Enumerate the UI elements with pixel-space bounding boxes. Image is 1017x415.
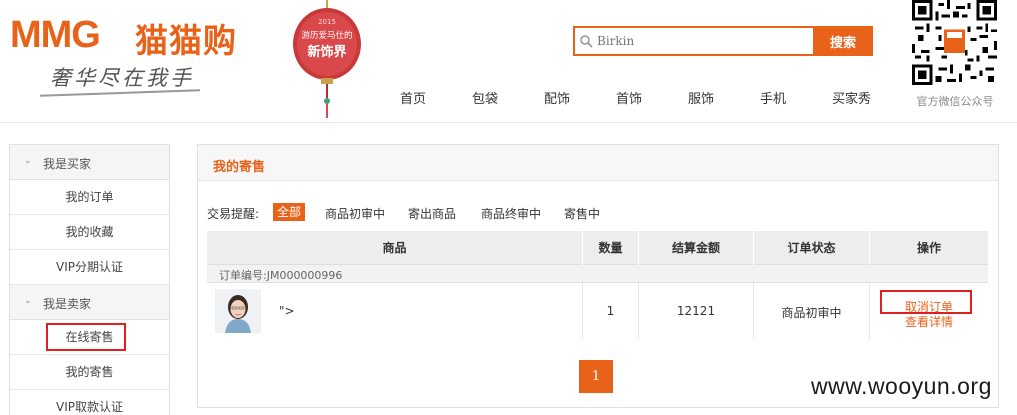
- search-icon: [580, 35, 593, 48]
- nav-jewelry[interactable]: 首饰: [616, 88, 642, 107]
- product-name[interactable]: ">: [279, 304, 295, 318]
- logo-mmg[interactable]: MMG: [10, 14, 101, 57]
- nav-bags[interactable]: 包袋: [472, 88, 498, 107]
- product-cell: ">: [207, 283, 583, 339]
- site-header: MMG 猫猫购 奢华尽在我手 2015 游历爱马仕的 新饰界 搜索: [0, 0, 1017, 123]
- column-product: 商品: [207, 231, 583, 265]
- logo-maomaogou[interactable]: 猫猫购: [135, 14, 237, 62]
- sidebar-item-my-orders[interactable]: 我的订单: [10, 180, 169, 215]
- lantern-line1: 游历爱马仕的: [301, 30, 352, 41]
- product-thumbnail[interactable]: [215, 289, 261, 333]
- sidebar: ⌄ 我是买家 我的订单 我的收藏 VIP分期认证 ⌄ 我是卖家 在线寄售 我的寄…: [9, 144, 170, 415]
- wechat-qr-code: [912, 0, 997, 85]
- search-input[interactable]: [573, 26, 813, 56]
- lantern-year: 2015: [318, 18, 336, 26]
- order-number-row: 订单编号:JM000000996: [207, 265, 988, 283]
- filter-all[interactable]: 全部: [273, 203, 306, 221]
- panel-header: 我的寄售: [198, 145, 998, 181]
- highlight-box: [880, 290, 972, 314]
- sidebar-item-vip-withdraw[interactable]: VIP取款认证: [10, 390, 169, 415]
- table-header: 商品 数量 结算金额 订单状态 操作: [207, 231, 988, 265]
- lantern-line2: 新饰界: [307, 44, 346, 60]
- sidebar-group-seller[interactable]: ⌄ 我是卖家: [10, 285, 169, 320]
- amount-value: 12121: [676, 304, 716, 318]
- filter-on-consignment[interactable]: 寄售中: [560, 205, 604, 222]
- highlight-box: [46, 323, 126, 351]
- chevron-down-icon: ⌄: [24, 156, 32, 166]
- status-value: 商品初审中: [781, 306, 842, 320]
- quantity-value: 1: [606, 304, 615, 318]
- page-title: 我的寄售: [213, 160, 266, 175]
- qr-caption: 官方微信公众号: [916, 95, 994, 108]
- quantity-cell: 1: [583, 283, 639, 339]
- consign-panel: 我的寄售 交易提醒: 全部 商品初审中 寄出商品 商品终审中 寄售中 商品 数量…: [197, 144, 999, 408]
- promo-lantern-banner[interactable]: 2015 游历爱马仕的 新饰界: [288, 0, 366, 120]
- search-button[interactable]: 搜索: [813, 26, 873, 56]
- filter-shipped[interactable]: 寄出商品: [404, 205, 460, 222]
- column-amount: 结算金额: [639, 231, 754, 265]
- amount-cell: 12121: [639, 283, 754, 339]
- nav-accessories[interactable]: 配饰: [544, 88, 570, 107]
- sidebar-group-buyer[interactable]: ⌄ 我是买家: [10, 145, 169, 180]
- sidebar-item-my-consign[interactable]: 我的寄售: [10, 355, 169, 390]
- sidebar-item-my-favorites[interactable]: 我的收藏: [10, 215, 169, 250]
- chevron-down-icon: ⌄: [24, 296, 32, 306]
- view-details-link[interactable]: 查看详情: [905, 313, 953, 330]
- slogan: 奢华尽在我手: [50, 66, 194, 90]
- column-status: 订单状态: [754, 231, 870, 265]
- watermark: www.wooyun.org: [811, 373, 992, 399]
- order-number: 订单编号:JM000000996: [219, 269, 343, 282]
- nav-phones[interactable]: 手机: [760, 88, 786, 107]
- status-cell: 商品初审中: [754, 283, 870, 339]
- sidebar-group-label: 我是买家: [43, 157, 92, 171]
- sidebar-item-online-consign[interactable]: 在线寄售: [10, 320, 169, 355]
- filter-title: 交易提醒:: [207, 207, 260, 221]
- column-quantity: 数量: [583, 231, 639, 265]
- nav-clothing[interactable]: 服饰: [688, 88, 714, 107]
- sidebar-group-label: 我是卖家: [43, 297, 92, 311]
- filter-final-review[interactable]: 商品终审中: [477, 205, 545, 222]
- pagination-page-1[interactable]: 1: [579, 360, 613, 393]
- table-row: "> 1 12121 商品初审中 取消订单 查看详情: [207, 283, 988, 339]
- nav-buyer-show[interactable]: 买家秀: [832, 88, 871, 107]
- search-bar: 搜索: [573, 26, 873, 56]
- column-actions: 操作: [916, 241, 941, 255]
- filter-initial-review[interactable]: 商品初审中: [321, 205, 389, 222]
- sidebar-item-vip-installment[interactable]: VIP分期认证: [10, 250, 169, 285]
- nav-home[interactable]: 首页: [400, 88, 426, 107]
